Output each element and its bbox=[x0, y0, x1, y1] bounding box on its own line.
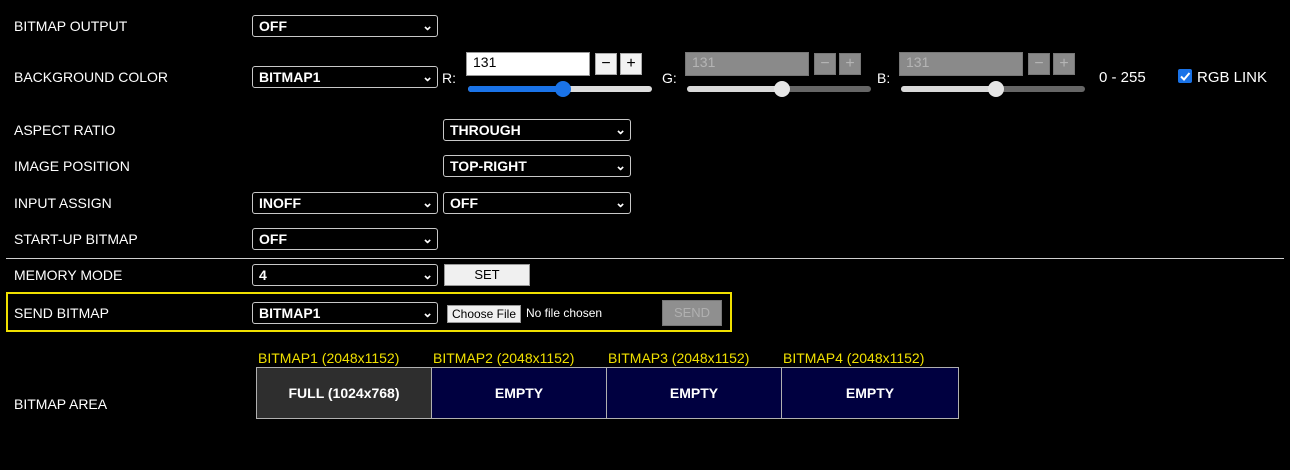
send-button[interactable]: SEND bbox=[662, 300, 722, 326]
rgb-link-label: RGB LINK bbox=[1197, 69, 1268, 86]
bitmap4-slot[interactable]: EMPTY bbox=[781, 367, 959, 419]
choose-file-button[interactable]: Choose File bbox=[447, 305, 521, 323]
b-slider-thumb[interactable] bbox=[987, 81, 1004, 97]
g-slider[interactable] bbox=[687, 81, 871, 97]
image-position-label: IMAGE POSITION bbox=[14, 158, 130, 174]
b-decrement-button[interactable]: − bbox=[1028, 53, 1050, 75]
send-bitmap-value: BITMAP1 bbox=[259, 305, 321, 321]
startup-bitmap-select[interactable]: OFF ⌄ bbox=[252, 228, 438, 250]
bitmap2-header: BITMAP2 (2048x1152) bbox=[433, 350, 575, 366]
r-label: R: bbox=[442, 70, 456, 86]
b-increment-button[interactable]: + bbox=[1053, 53, 1075, 75]
r-slider-fill bbox=[468, 86, 563, 92]
chevron-down-icon: ⌄ bbox=[422, 305, 433, 320]
input-assign-value-2: OFF bbox=[450, 195, 478, 211]
r-increment-button[interactable]: + bbox=[620, 53, 642, 75]
chevron-down-icon: ⌄ bbox=[422, 18, 433, 33]
bitmap-output-value: OFF bbox=[259, 18, 287, 34]
r-decrement-button[interactable]: − bbox=[595, 53, 617, 75]
bitmap-output-label: BITMAP OUTPUT bbox=[14, 18, 128, 34]
memory-mode-label: MEMORY MODE bbox=[14, 267, 123, 283]
image-position-value: TOP-RIGHT bbox=[450, 158, 527, 174]
g-slider-fill bbox=[687, 86, 782, 92]
memory-mode-value: 4 bbox=[259, 267, 267, 283]
r-slider-thumb[interactable] bbox=[554, 81, 571, 97]
send-bitmap-select[interactable]: BITMAP1 ⌄ bbox=[252, 302, 438, 324]
bitmap1-slot[interactable]: FULL (1024x768) bbox=[256, 367, 432, 419]
bitmap-output-select[interactable]: OFF ⌄ bbox=[252, 15, 438, 37]
file-status-text: No file chosen bbox=[526, 306, 603, 320]
bitmap4-header: BITMAP4 (2048x1152) bbox=[783, 350, 925, 366]
aspect-ratio-value: THROUGH bbox=[450, 122, 521, 138]
g-decrement-button[interactable]: − bbox=[814, 53, 836, 75]
background-color-label: BACKGROUND COLOR bbox=[14, 69, 169, 85]
chevron-down-icon: ⌄ bbox=[615, 158, 626, 173]
b-slider-fill bbox=[901, 86, 996, 92]
chevron-down-icon: ⌄ bbox=[615, 122, 626, 137]
bitmap3-header: BITMAP3 (2048x1152) bbox=[608, 350, 750, 366]
input-assign-select-2[interactable]: OFF ⌄ bbox=[443, 192, 631, 214]
bitmap3-slot[interactable]: EMPTY bbox=[606, 367, 782, 419]
g-label: G: bbox=[662, 70, 677, 86]
r-slider[interactable] bbox=[468, 81, 652, 97]
range-text: 0 - 255 bbox=[1099, 69, 1146, 86]
chevron-down-icon: ⌄ bbox=[422, 267, 433, 282]
r-value-input[interactable]: 131 bbox=[466, 52, 590, 76]
aspect-ratio-label: ASPECT RATIO bbox=[14, 122, 116, 138]
set-button[interactable]: SET bbox=[444, 264, 530, 286]
chevron-down-icon: ⌄ bbox=[422, 195, 433, 210]
send-bitmap-label: SEND BITMAP bbox=[14, 305, 109, 321]
input-assign-label: INPUT ASSIGN bbox=[14, 195, 112, 211]
b-slider[interactable] bbox=[901, 81, 1085, 97]
memory-mode-select[interactable]: 4 ⌄ bbox=[252, 264, 438, 286]
bitmap1-header: BITMAP1 (2048x1152) bbox=[258, 350, 400, 366]
background-color-select[interactable]: BITMAP1 ⌄ bbox=[252, 66, 438, 88]
chevron-down-icon: ⌄ bbox=[422, 231, 433, 246]
b-value-input[interactable]: 131 bbox=[899, 52, 1023, 76]
input-assign-value-1: INOFF bbox=[259, 195, 301, 211]
b-label: B: bbox=[877, 70, 891, 86]
bitmap2-slot[interactable]: EMPTY bbox=[431, 367, 607, 419]
g-slider-thumb[interactable] bbox=[773, 81, 790, 97]
background-color-value: BITMAP1 bbox=[259, 69, 321, 85]
aspect-ratio-select[interactable]: THROUGH ⌄ bbox=[443, 119, 631, 141]
chevron-down-icon: ⌄ bbox=[615, 195, 626, 210]
g-value-input[interactable]: 131 bbox=[685, 52, 809, 76]
image-position-select[interactable]: TOP-RIGHT ⌄ bbox=[443, 155, 631, 177]
startup-bitmap-value: OFF bbox=[259, 231, 287, 247]
section-divider bbox=[6, 258, 1284, 259]
g-increment-button[interactable]: + bbox=[839, 53, 861, 75]
checkbox-checked-icon[interactable] bbox=[1178, 69, 1192, 83]
chevron-down-icon: ⌄ bbox=[422, 69, 433, 84]
startup-bitmap-label: START-UP BITMAP bbox=[14, 231, 138, 247]
input-assign-select-1[interactable]: INOFF ⌄ bbox=[252, 192, 438, 214]
bitmap-area-label: BITMAP AREA bbox=[14, 396, 108, 412]
